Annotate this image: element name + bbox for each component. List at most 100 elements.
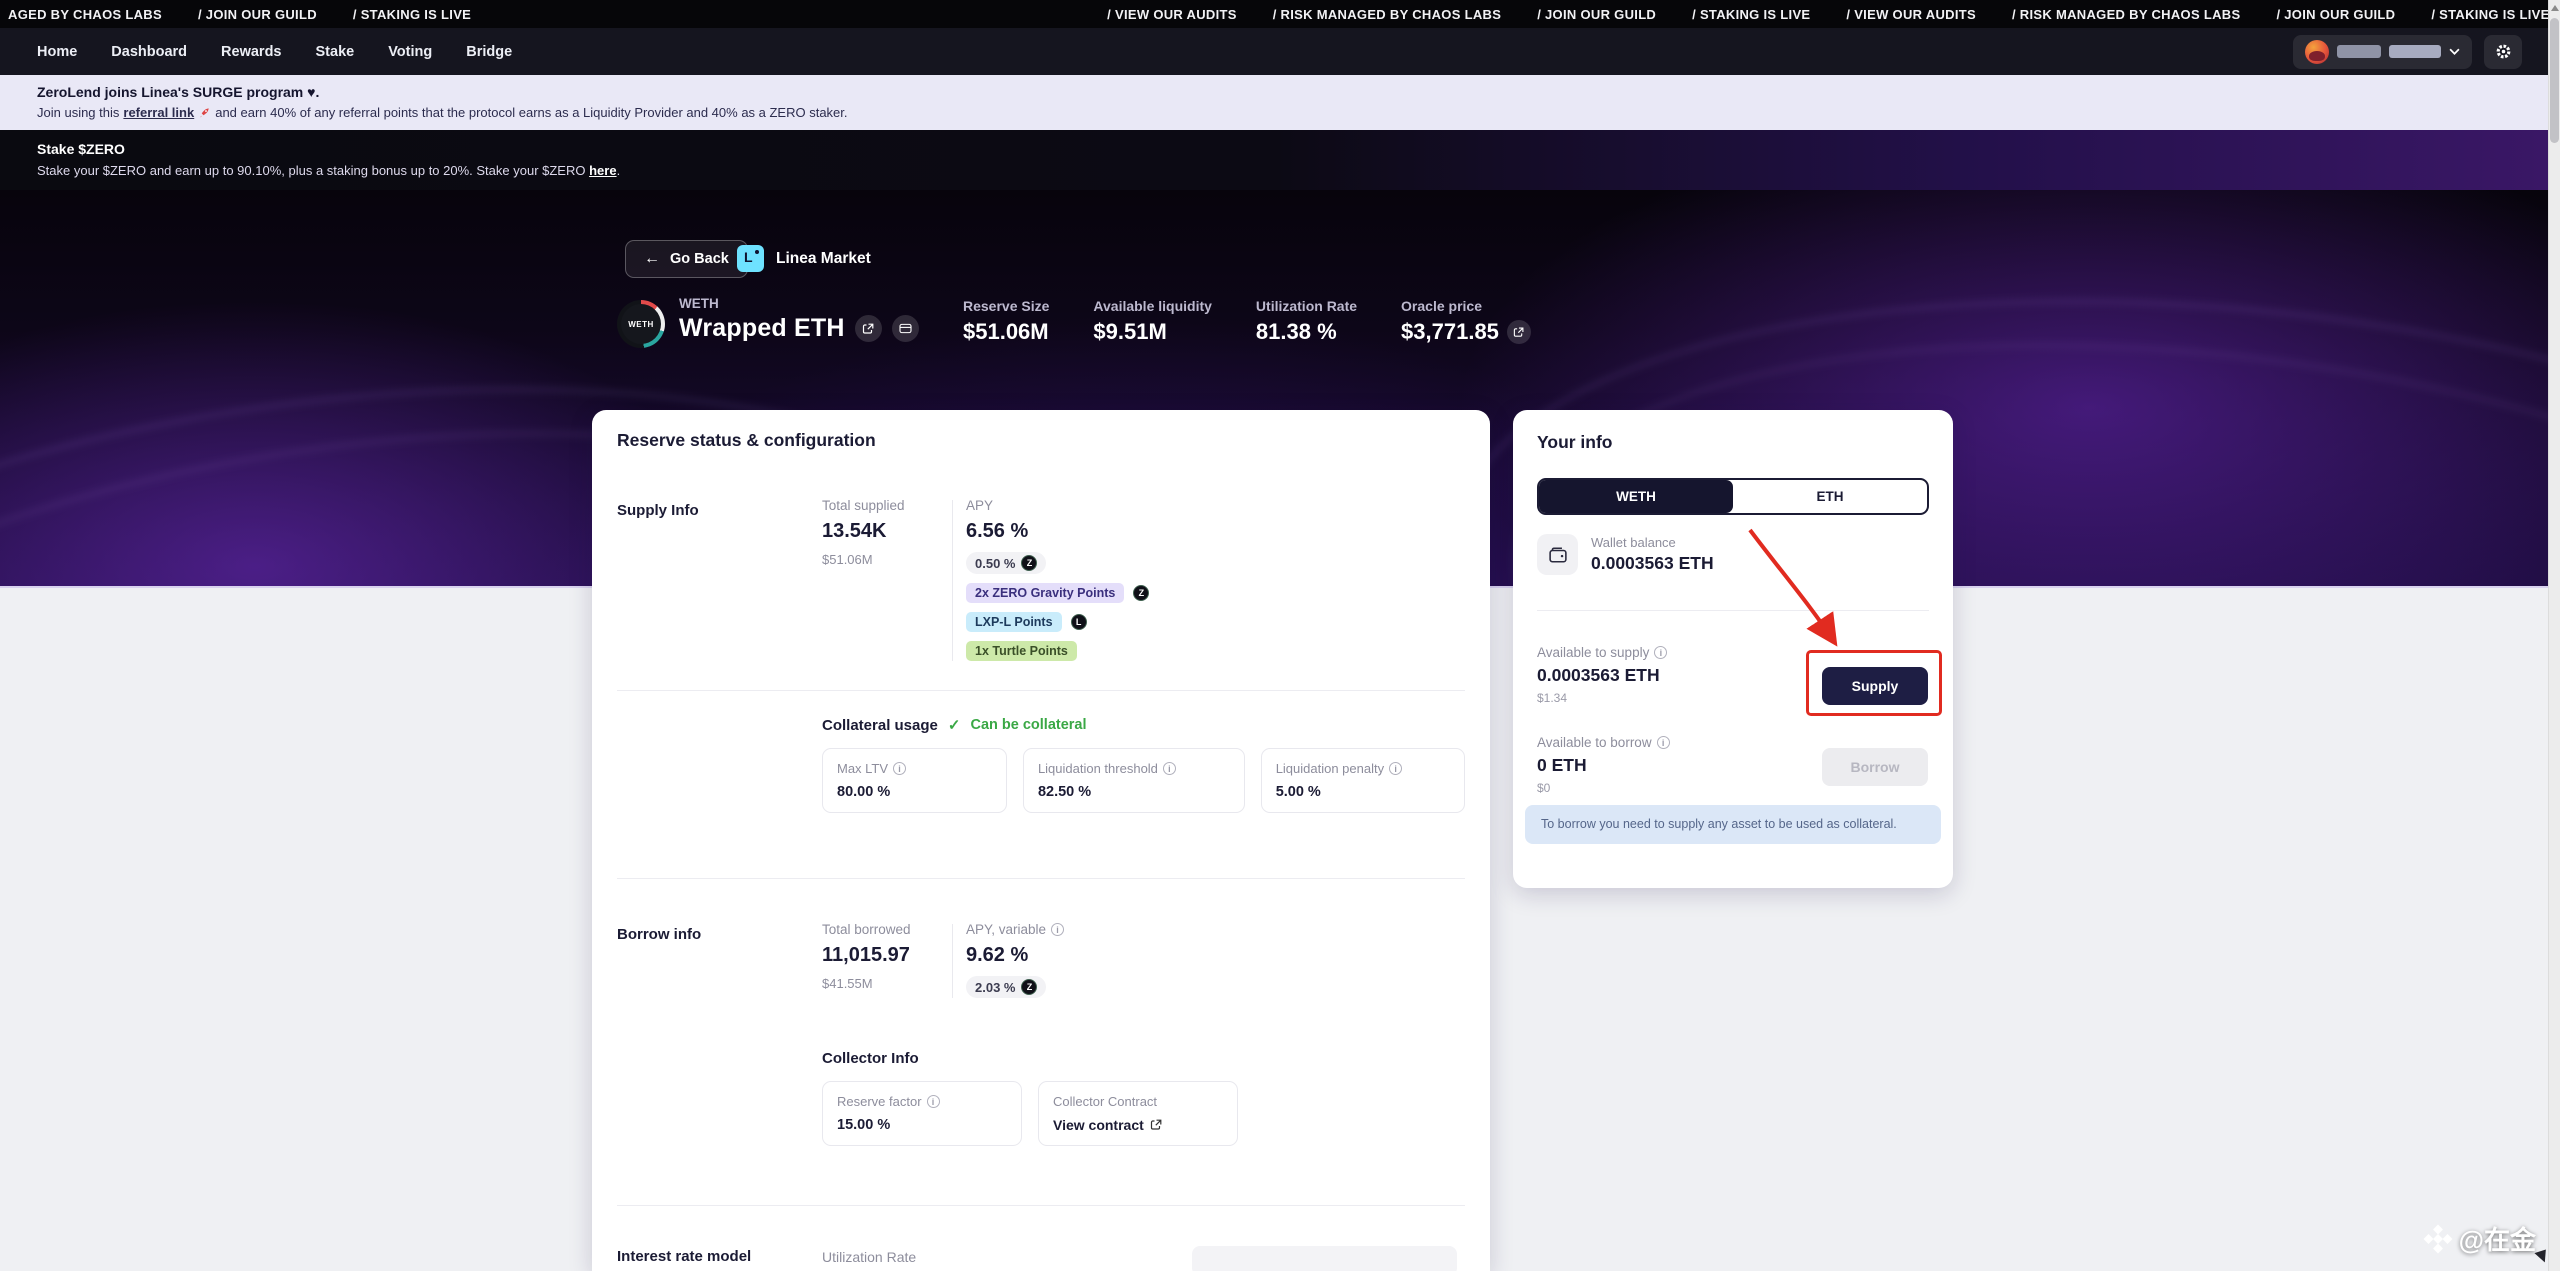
settings-button[interactable] (2484, 35, 2522, 69)
stat-value: $9.51M (1093, 319, 1212, 345)
liquidation-penalty-box: Liquidation penalty 5.00 % (1261, 748, 1465, 813)
scrollbar[interactable] (2548, 0, 2560, 1271)
scrollbar-thumb[interactable] (2550, 18, 2559, 143)
liquidation-threshold-label: Liquidation threshold (1038, 761, 1158, 776)
ticker-item: / JOIN OUR GUILD (1537, 7, 1656, 22)
ticker-item: / STAKING IS LIVE (353, 7, 471, 22)
total-supplied-usd: $51.06M (822, 552, 952, 567)
surge-banner-text: Join using this (37, 105, 119, 120)
divider (617, 690, 1465, 691)
zero-token-icon (1021, 979, 1037, 995)
referral-link[interactable]: referral link (123, 105, 194, 120)
stake-banner-text: . (617, 163, 621, 178)
lxp-points-badge: LXP-L Points (966, 612, 1062, 632)
external-link-icon (862, 323, 874, 335)
main-navbar: Home Dashboard Rewards Stake Voting Brid… (0, 28, 2548, 75)
tab-eth[interactable]: ETH (1733, 480, 1927, 513)
info-icon[interactable] (1051, 923, 1064, 936)
nav-links: Home Dashboard Rewards Stake Voting Brid… (37, 44, 512, 60)
go-back-button[interactable]: Go Back (625, 240, 748, 278)
wallet-account-button[interactable] (2293, 35, 2472, 69)
base-apy-value: 0.50 % (975, 556, 1015, 571)
surge-banner: ZeroLend joins Linea's SURGE program ♥. … (0, 75, 2548, 130)
your-info-card: Your info WETH ETH Wallet balance 0.0003… (1513, 410, 1953, 888)
ticker-item: / STAKING IS LIVE (1692, 7, 1810, 22)
ticker-item: / VIEW OUR AUDITS (1107, 7, 1237, 22)
liquidation-threshold-box: Liquidation threshold 82.50 % (1023, 748, 1245, 813)
wallet-balance-redacted (2389, 45, 2441, 58)
base-apy-pill: 0.50 % (966, 552, 1046, 574)
your-info-title: Your info (1537, 432, 1613, 453)
external-link-icon (1513, 327, 1524, 338)
info-icon[interactable] (1163, 762, 1176, 775)
turtle-points-badge: 1x Turtle Points (966, 641, 1077, 661)
zero-gravity-points-badge: 2x ZERO Gravity Points (966, 583, 1124, 603)
liquidation-threshold-value: 82.50 % (1038, 784, 1230, 800)
stake-banner-title: Stake $ZERO (37, 141, 2548, 157)
external-link-icon (1150, 1119, 1162, 1131)
wallet-address-redacted (2337, 45, 2381, 58)
back-arrow-icon (644, 250, 660, 268)
reserve-factor-value: 15.00 % (837, 1117, 1007, 1133)
view-contract-link[interactable]: View contract (1053, 1117, 1223, 1133)
market-stats: Reserve Size $51.06M Available liquidity… (963, 298, 1531, 345)
available-to-supply-usd: $1.34 (1537, 691, 1667, 705)
info-icon[interactable] (927, 1095, 940, 1108)
stat-utilization-rate: Utilization Rate 81.38 % (1256, 298, 1357, 345)
nav-item-voting[interactable]: Voting (388, 44, 432, 60)
collector-info-label: Collector Info (822, 1050, 1465, 1067)
watermark-text: @在金 (2459, 1220, 2536, 1257)
stat-label: Reserve Size (963, 298, 1049, 314)
scrollbar-up-arrow[interactable] (2551, 5, 2559, 11)
rocket-icon (198, 106, 211, 119)
borrow-apy-label: APY, variable (966, 922, 1046, 937)
info-icon[interactable] (1389, 762, 1402, 775)
add-to-wallet-button[interactable] (892, 315, 919, 342)
utilization-rate-label: Utilization Rate (822, 1249, 916, 1265)
stat-available-liquidity: Available liquidity $9.51M (1093, 298, 1212, 345)
ticker-item: / JOIN OUR GUILD (198, 7, 317, 22)
asset-name: Wrapped ETH (679, 314, 845, 343)
go-back-label: Go Back (670, 251, 729, 267)
nav-item-stake[interactable]: Stake (316, 44, 355, 60)
open-explorer-button[interactable] (855, 315, 882, 342)
stat-label: Utilization Rate (1256, 298, 1357, 314)
tab-weth[interactable]: WETH (1539, 480, 1733, 513)
stat-value: $3,771.85 (1401, 319, 1499, 345)
total-borrowed-label: Total borrowed (822, 922, 952, 937)
nav-item-dashboard[interactable]: Dashboard (111, 44, 187, 60)
lxp-token-icon (1071, 614, 1087, 630)
stake-here-link[interactable]: here (589, 163, 616, 178)
stat-label: Available liquidity (1093, 298, 1212, 314)
divider (617, 878, 1465, 879)
nav-item-home[interactable]: Home (37, 44, 77, 60)
borrow-notice: To borrow you need to supply any asset t… (1525, 805, 1941, 844)
nav-item-bridge[interactable]: Bridge (466, 44, 512, 60)
weth-token-icon (617, 300, 665, 348)
stake-banner-text: Stake your $ZERO and earn up to 90.10%, … (37, 163, 589, 178)
gear-icon (2495, 43, 2512, 60)
available-to-borrow-amount: 0 ETH (1537, 755, 1670, 776)
wallet-icon (1537, 534, 1578, 575)
page: AGED BY CHAOS LABS / JOIN OUR GUILD / ST… (0, 0, 2560, 1271)
supply-button[interactable]: Supply (1822, 667, 1928, 705)
info-icon[interactable] (1657, 736, 1670, 749)
ticker-item: / JOIN OUR GUILD (2276, 7, 2395, 22)
collector-contract-label: Collector Contract (1053, 1094, 1157, 1109)
info-icon[interactable] (893, 762, 906, 775)
info-icon[interactable] (1654, 646, 1667, 659)
surge-banner-title: ZeroLend joins Linea's SURGE program ♥. (37, 84, 2548, 100)
surge-banner-text: and earn 40% of any referral points that… (215, 105, 847, 120)
available-to-borrow-label: Available to borrow (1537, 735, 1652, 750)
watermark: @在金 (2423, 1220, 2536, 1257)
nav-item-rewards[interactable]: Rewards (221, 44, 281, 60)
wallet-balance-label: Wallet balance (1591, 535, 1714, 550)
check-icon: ✓ (948, 716, 961, 734)
zero-token-icon (1021, 555, 1037, 571)
max-ltv-box: Max LTV 80.00 % (822, 748, 1007, 813)
oracle-link-button[interactable] (1507, 320, 1531, 344)
ticker-item: / RISK MANAGED BY CHAOS LABS (1273, 7, 1501, 22)
stat-value: 81.38 % (1256, 319, 1357, 345)
available-to-supply-amount: 0.0003563 ETH (1537, 665, 1667, 686)
liquidation-penalty-value: 5.00 % (1276, 784, 1450, 800)
